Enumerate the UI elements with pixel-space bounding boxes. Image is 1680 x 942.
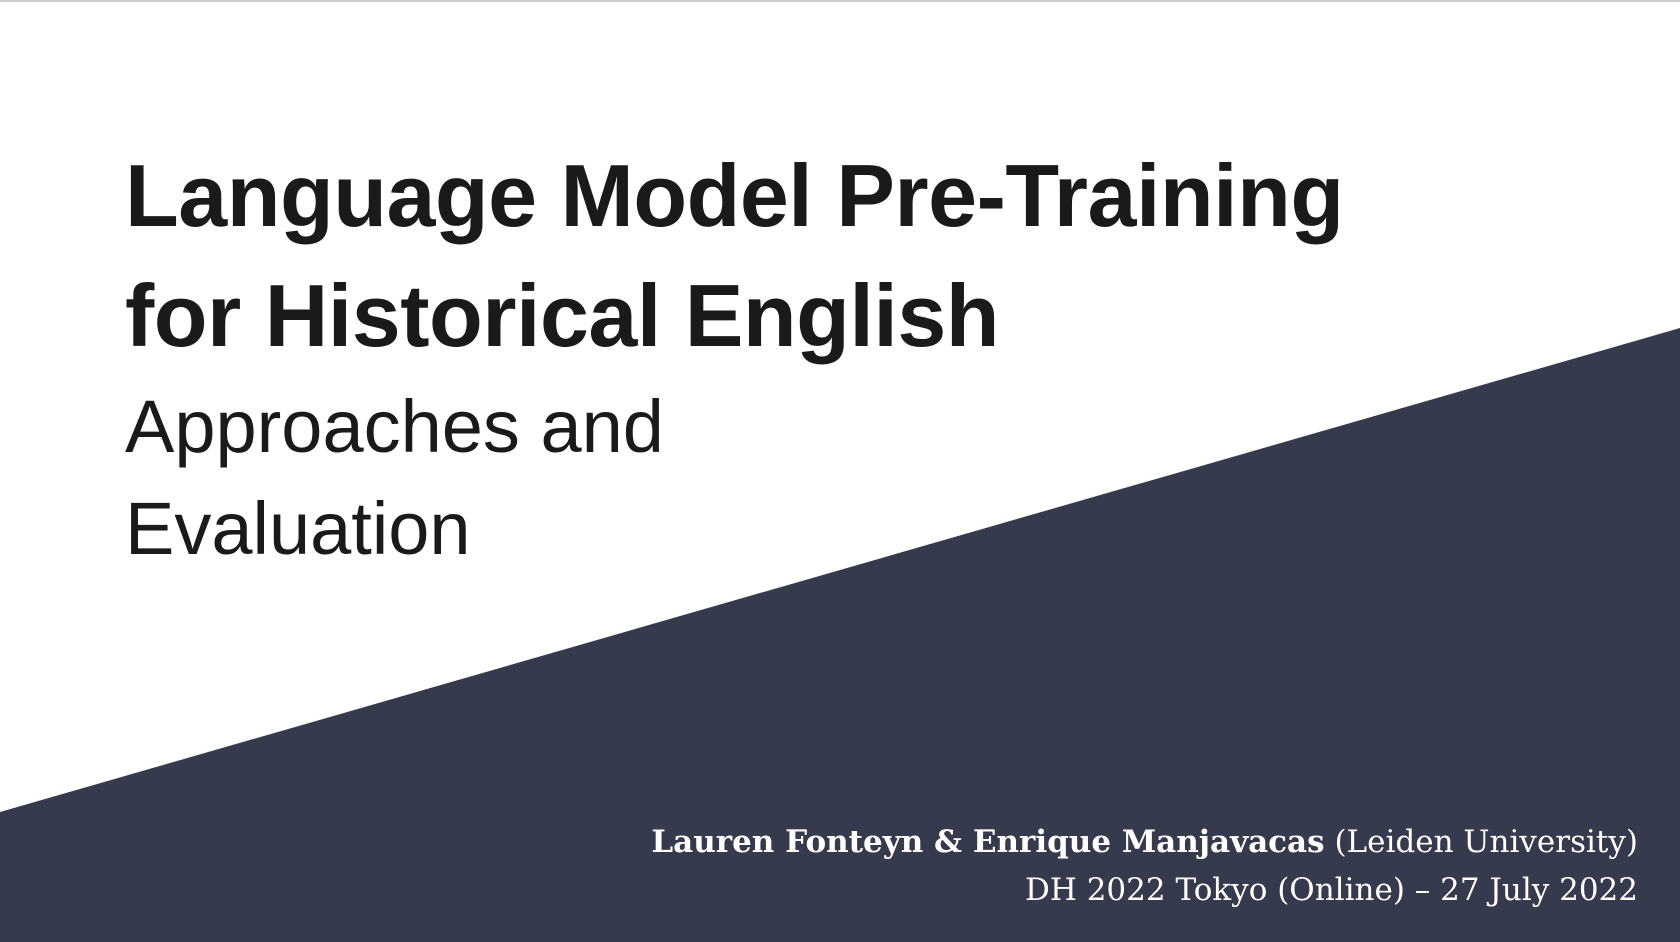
slide-subtitle-line-2: Evaluation bbox=[125, 487, 471, 570]
affiliation: (Leiden University) bbox=[1324, 824, 1638, 860]
slide-title-line-2: for Historical English bbox=[125, 266, 1000, 365]
slide-subtitle-line-1: Approaches and bbox=[125, 385, 664, 468]
title-block: Language Model Pre-Training for Historic… bbox=[125, 136, 1344, 580]
slide-title-line-1: Language Model Pre-Training bbox=[125, 146, 1344, 245]
event-line: DH 2022 Tokyo (Online) – 27 July 2022 bbox=[1024, 872, 1638, 908]
author-line: Lauren Fonteyn & Enrique Manjavacas (Lei… bbox=[651, 818, 1638, 866]
credits: Lauren Fonteyn & Enrique Manjavacas (Lei… bbox=[651, 818, 1638, 914]
author-names: Lauren Fonteyn & Enrique Manjavacas bbox=[651, 824, 1325, 860]
title-slide: Language Model Pre-Training for Historic… bbox=[0, 0, 1680, 942]
